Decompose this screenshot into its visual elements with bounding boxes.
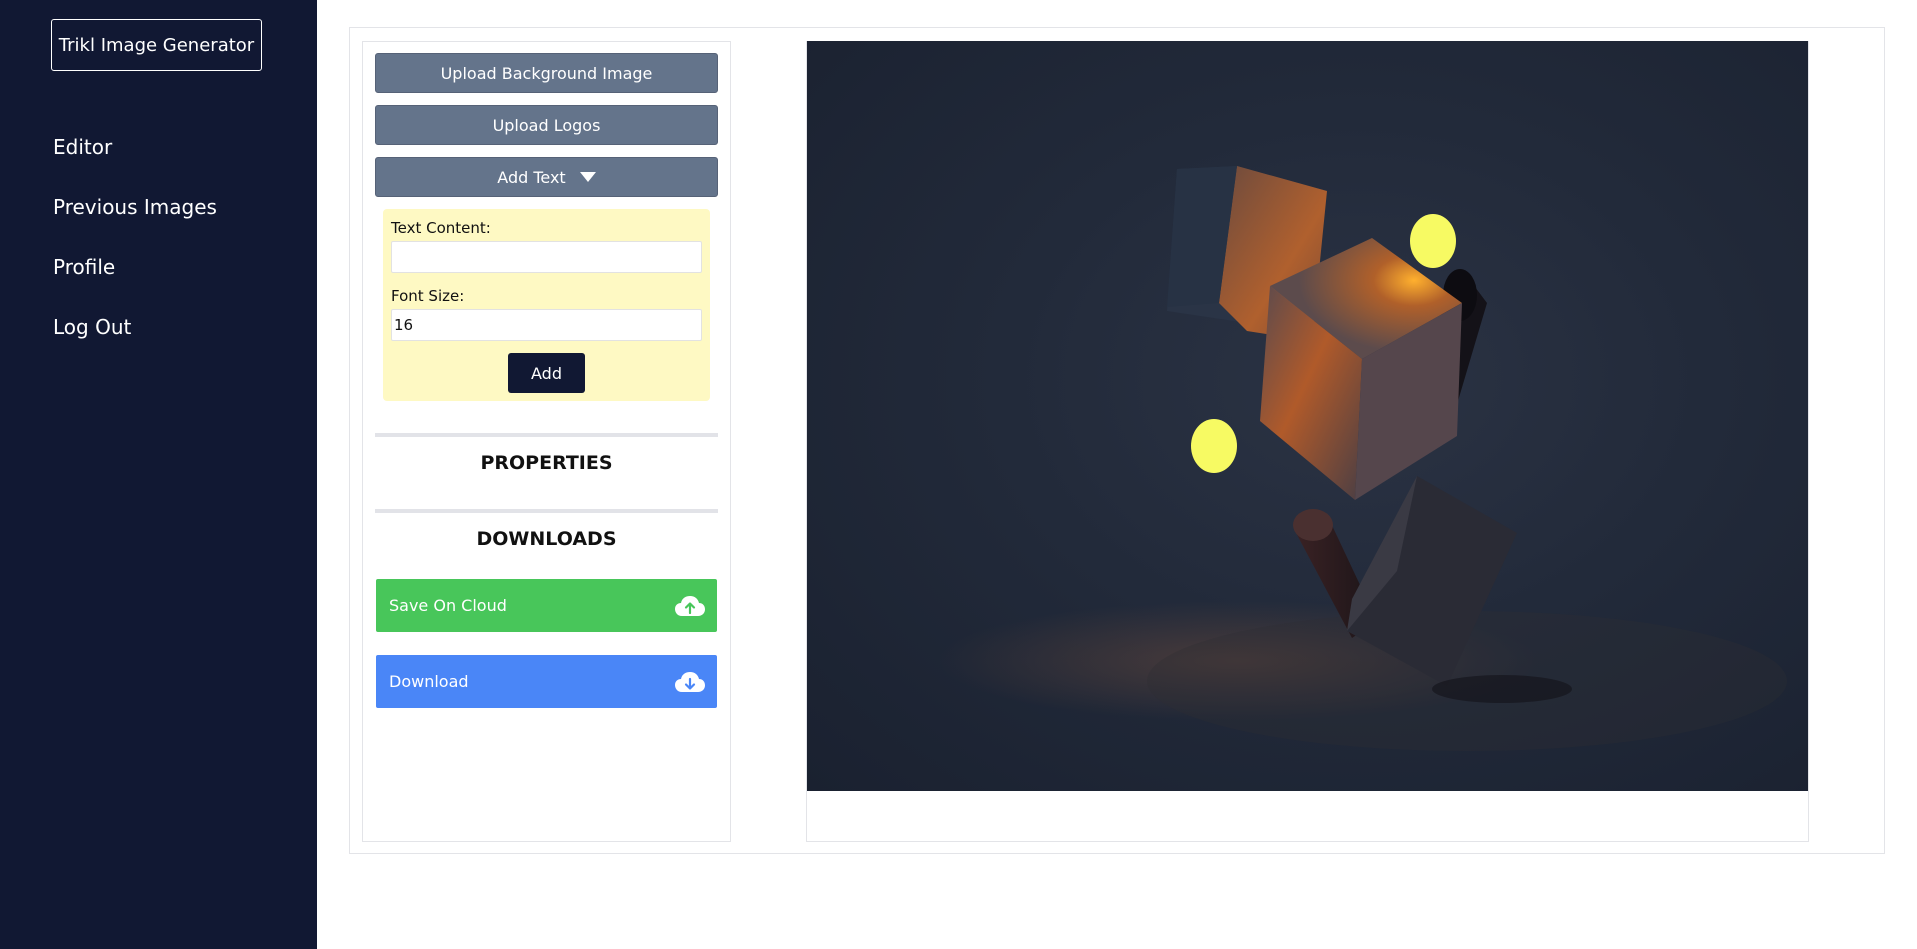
cloud-upload-icon: [674, 594, 706, 618]
divider: [375, 433, 718, 437]
add-text-submit-button[interactable]: Add: [508, 353, 585, 393]
cloud-download-icon: [674, 670, 706, 694]
upload-logos-button[interactable]: Upload Logos: [375, 105, 718, 145]
upload-background-button[interactable]: Upload Background Image: [375, 53, 718, 93]
nav-item-previous-images[interactable]: Previous Images: [53, 195, 217, 219]
text-content-label: Text Content:: [391, 219, 491, 237]
nav-item-log-out[interactable]: Log Out: [53, 315, 131, 339]
downloads-heading: DOWNLOADS: [476, 528, 617, 550]
save-on-cloud-button[interactable]: Save On Cloud: [376, 579, 717, 632]
nav-item-editor[interactable]: Editor: [53, 135, 112, 159]
nav-item-profile[interactable]: Profile: [53, 255, 115, 279]
add-text-form: Text Content: Font Size: 16 Add: [383, 209, 710, 401]
brand-button[interactable]: Trikl Image Generator: [51, 19, 262, 71]
add-text-button[interactable]: Add Text: [375, 157, 718, 197]
upload-logos-label: Upload Logos: [492, 115, 601, 135]
save-on-cloud-label: Save On Cloud: [389, 596, 507, 615]
font-size-input[interactable]: 16: [391, 309, 702, 341]
add-text-label: Add Text: [497, 167, 566, 187]
upload-background-label: Upload Background Image: [440, 63, 653, 83]
download-label: Download: [389, 672, 469, 691]
caret-down-icon: [579, 172, 596, 182]
sidebar: Trikl Image Generator Editor Previous Im…: [0, 0, 317, 949]
yellow-dot-logo[interactable]: [1191, 419, 1237, 473]
background-image[interactable]: [807, 41, 1808, 791]
properties-heading: PROPERTIES: [480, 452, 613, 474]
cylinder-lower-top: [1293, 509, 1333, 541]
font-size-label: Font Size:: [391, 287, 465, 305]
lower-cube-shadow: [1432, 675, 1572, 703]
yellow-dot-logo[interactable]: [1410, 214, 1456, 268]
text-content-input[interactable]: [391, 241, 702, 273]
download-button[interactable]: Download: [376, 655, 717, 708]
divider: [375, 509, 718, 513]
